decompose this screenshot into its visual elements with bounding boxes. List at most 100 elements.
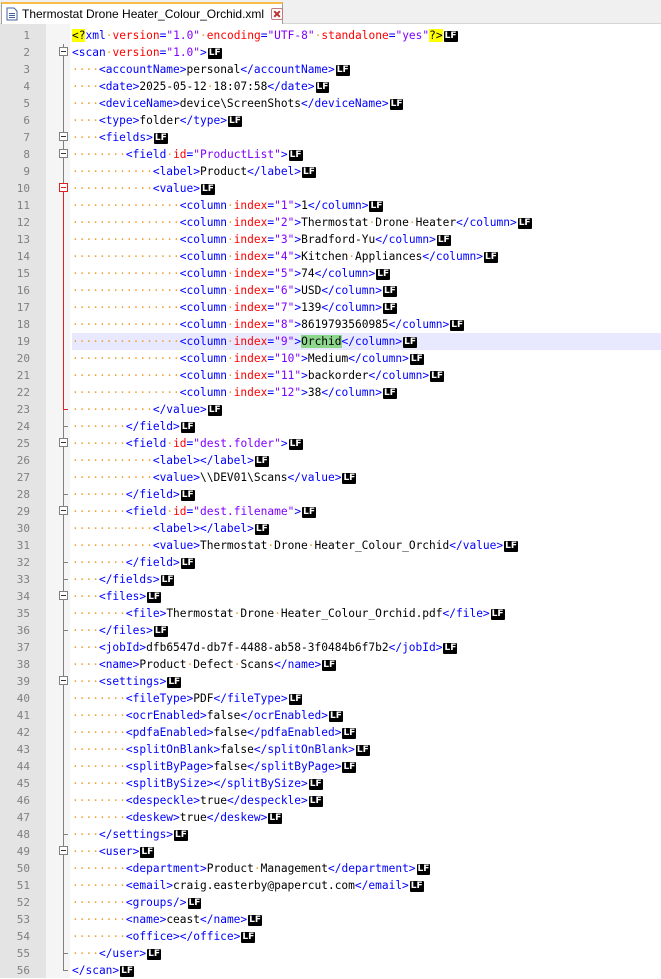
code-text[interactable]: <scan·version="1.0"> LF — [72, 44, 661, 61]
code-line[interactable]: 5 ····<deviceName>device\ScreenShots</dev… — [0, 95, 661, 112]
code-line[interactable]: 56 </scan> LF — [0, 962, 661, 979]
code-text[interactable]: ········<name>ceast</name> LF — [72, 911, 661, 928]
fold-toggle-icon[interactable] — [59, 129, 71, 146]
code-line[interactable]: 6 ····<type>folder</type> LF — [0, 112, 661, 129]
fold-toggle-icon[interactable] — [59, 673, 71, 690]
code-text[interactable]: ········<field·id="ProductList"> LF — [72, 146, 661, 163]
code-line[interactable]: 9 ············<label>Product</label> LF — [0, 163, 661, 180]
code-line[interactable]: 7 ····<fields> LF — [0, 129, 661, 146]
code-line[interactable]: 55 ····</user> LF — [0, 945, 661, 962]
code-line[interactable]: 45 ········<splitBySize></splitBySize> LF — [0, 775, 661, 792]
fold-toggle-icon[interactable] — [59, 843, 71, 860]
code-line[interactable]: 41 ········<ocrEnabled>false</ocrEnabled>… — [0, 707, 661, 724]
code-line[interactable]: 44 ········<splitByPage>false</splitByPag… — [0, 758, 661, 775]
code-line[interactable]: 23 ············</value> LF — [0, 401, 661, 418]
code-text[interactable]: ····<user> LF — [72, 843, 661, 860]
code-text[interactable]: ················<column·index="3">Bradfo… — [72, 231, 661, 248]
code-line[interactable]: 4 ····<date>2025-05-12·18:07:58</date> LF — [0, 78, 661, 95]
code-line[interactable]: 49 ····<user> LF — [0, 843, 661, 860]
close-icon[interactable] — [271, 8, 284, 20]
code-text[interactable]: ········<splitOnBlank>false</splitOnBlan… — [72, 741, 661, 758]
code-text[interactable]: ····<settings> LF — [72, 673, 661, 690]
code-text[interactable]: ········<pdfaEnabled>false</pdfaEnabled>… — [72, 724, 661, 741]
code-text[interactable]: ····<files> LF — [72, 588, 661, 605]
code-text[interactable]: ····<jobId>dfb6547d-db7f-4488-ab58-3f048… — [72, 639, 661, 656]
code-text[interactable]: ····<fields> LF — [72, 129, 661, 146]
code-text[interactable]: ················<column·index="10">Mediu… — [72, 350, 661, 367]
code-text[interactable]: ········<splitByPage>false</splitByPage>… — [72, 758, 661, 775]
code-text[interactable]: ········<email>craig.easterby@papercut.c… — [72, 877, 661, 894]
code-line[interactable]: 31 ············<value>Thermostat·Drone·He… — [0, 537, 661, 554]
code-text[interactable]: ········<ocrEnabled>false</ocrEnabled> LF — [72, 707, 661, 724]
code-text[interactable]: ····<accountName>personal</accountName> L… — [72, 61, 661, 78]
code-text[interactable]: ············</value> LF — [72, 401, 661, 418]
code-text[interactable]: ········</field> LF — [72, 418, 661, 435]
code-line[interactable]: 36 ····</files> LF — [0, 622, 661, 639]
code-line[interactable]: 38 ····<name>Product·Defect·Scans</name> L… — [0, 656, 661, 673]
code-text[interactable]: ················<column·index="4">Kitche… — [72, 248, 661, 265]
code-line[interactable]: 46 ········<despeckle>true</despeckle> LF — [0, 792, 661, 809]
code-text[interactable]: </scan> LF — [72, 962, 661, 979]
code-text[interactable]: ············<value>Thermostat·Drone·Heat… — [72, 537, 661, 554]
code-text[interactable]: ········<field·id="dest.filename"> LF — [72, 503, 661, 520]
fold-toggle-icon[interactable] — [59, 435, 71, 452]
code-text[interactable]: ················<column·index="11">backo… — [72, 367, 661, 384]
code-text[interactable]: ········<deskew>true</deskew> LF — [72, 809, 661, 826]
code-text[interactable]: ········<splitBySize></splitBySize> LF — [72, 775, 661, 792]
code-text[interactable]: ············<label>Product</label> LF — [72, 163, 661, 180]
code-line[interactable]: 26 ············<label></label> LF — [0, 452, 661, 469]
file-tab[interactable]: Thermostat Drone Heater_Colour_Orchid.xm… — [1, 2, 284, 24]
code-text[interactable]: ············<value> LF — [72, 180, 661, 197]
code-line[interactable]: 43 ········<splitOnBlank>false</splitOnBl… — [0, 741, 661, 758]
code-text[interactable]: ········<office></office> LF — [72, 928, 661, 945]
code-text[interactable]: ········<despeckle>true</despeckle> LF — [72, 792, 661, 809]
code-line[interactable]: 8 ········<field·id="ProductList"> LF — [0, 146, 661, 163]
fold-toggle-icon[interactable] — [59, 146, 71, 163]
code-line[interactable]: 48 ····</settings> LF — [0, 826, 661, 843]
code-text[interactable]: ················<column·index="1">1</col… — [72, 197, 661, 214]
code-text[interactable]: ············<label></label> LF — [72, 452, 661, 469]
code-line[interactable]: 42 ········<pdfaEnabled>false</pdfaEnable… — [0, 724, 661, 741]
code-line[interactable]: 3 ····<accountName>personal</accountName>… — [0, 61, 661, 78]
code-line[interactable]: 13 ················<column·index="3">Brad… — [0, 231, 661, 248]
code-text[interactable]: ················<column·index="9">Orchid… — [72, 333, 661, 350]
code-text[interactable]: ················<column·index="5">74</co… — [72, 265, 661, 282]
code-text[interactable]: <?xml·version="1.0"·encoding="UTF-8"·sta… — [72, 27, 661, 44]
code-line[interactable]: 29 ········<field·id="dest.filename"> LF — [0, 503, 661, 520]
editor[interactable]: 1 <?xml·version="1.0"·encoding="UTF-8"·st… — [0, 24, 661, 978]
code-text[interactable]: ········</field> LF — [72, 486, 661, 503]
code-text[interactable]: ····<name>Product·Defect·Scans</name> LF — [72, 656, 661, 673]
code-line[interactable]: 19 ················<column·index="9">Orch… — [0, 333, 661, 350]
code-line[interactable]: 21 ················<column·index="11">bac… — [0, 367, 661, 384]
code-text[interactable]: ····<type>folder</type> LF — [72, 112, 661, 129]
code-line[interactable]: 22 ················<column·index="12">38<… — [0, 384, 661, 401]
fold-toggle-icon[interactable] — [59, 588, 71, 605]
code-text[interactable]: ········<field·id="dest.folder"> LF — [72, 435, 661, 452]
code-line[interactable]: 20 ················<column·index="10">Med… — [0, 350, 661, 367]
code-line[interactable]: 2 <scan·version="1.0"> LF — [0, 44, 661, 61]
fold-toggle-icon[interactable] — [59, 180, 71, 197]
code-line[interactable]: 1 <?xml·version="1.0"·encoding="UTF-8"·st… — [0, 27, 661, 44]
code-line[interactable]: 52 ········<groups/> LF — [0, 894, 661, 911]
code-text[interactable]: ····</fields> LF — [72, 571, 661, 588]
code-line[interactable]: 34 ····<files> LF — [0, 588, 661, 605]
code-line[interactable]: 25 ········<field·id="dest.folder"> LF — [0, 435, 661, 452]
code-line[interactable]: 50 ········<department>Product·Management… — [0, 860, 661, 877]
code-text[interactable]: ················<column·index="12">38</c… — [72, 384, 661, 401]
code-line[interactable]: 24 ········</field> LF — [0, 418, 661, 435]
code-line[interactable]: 27 ············<value>\\DEV01\Scans</valu… — [0, 469, 661, 486]
code-text[interactable]: ····</settings> LF — [72, 826, 661, 843]
code-line[interactable]: 14 ················<column·index="4">Kitc… — [0, 248, 661, 265]
code-line[interactable]: 12 ················<column·index="2">Ther… — [0, 214, 661, 231]
code-line[interactable]: 39 ····<settings> LF — [0, 673, 661, 690]
code-text[interactable]: ············<value>\\DEV01\Scans</value>… — [72, 469, 661, 486]
code-text[interactable]: ········<file>Thermostat·Drone·Heater_Co… — [72, 605, 661, 622]
code-line[interactable]: 11 ················<column·index="1">1</c… — [0, 197, 661, 214]
code-line[interactable]: 15 ················<column·index="5">74</… — [0, 265, 661, 282]
code-text[interactable]: ········<fileType>PDF</fileType> LF — [72, 690, 661, 707]
code-text[interactable]: ········<department>Product·Management</… — [72, 860, 661, 877]
code-text[interactable]: ····</user> LF — [72, 945, 661, 962]
code-line[interactable]: 32 ········</field> LF — [0, 554, 661, 571]
code-text[interactable]: ····<deviceName>device\ScreenShots</devi… — [72, 95, 661, 112]
code-text[interactable]: ····<date>2025-05-12·18:07:58</date> LF — [72, 78, 661, 95]
